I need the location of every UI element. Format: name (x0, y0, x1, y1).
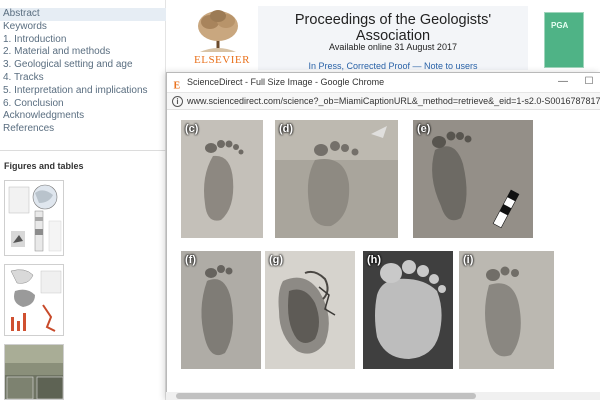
figure-thumbnail-1[interactable] (4, 180, 64, 256)
outline-item-geological-setting[interactable]: 3. Geological setting and age (0, 59, 166, 72)
journal-cover-text: PGA (551, 21, 569, 30)
address-bar[interactable]: i www.sciencedirect.com/science?_ob=Miam… (167, 92, 600, 110)
svg-text:E: E (174, 81, 181, 91)
figure-thumbnail-3-graphic (5, 345, 63, 399)
journal-title[interactable]: Proceedings of the Geologists' Associati… (258, 12, 528, 44)
panel-label-e: (e) (417, 123, 431, 135)
panel-label-f: (f) (185, 254, 196, 266)
figure-panel-i: (i) (459, 251, 554, 369)
panel-label-d: (d) (279, 123, 294, 135)
status-separator: — (410, 61, 425, 71)
footprint-photo-c (181, 120, 263, 238)
outline-item-keywords[interactable]: Keywords (0, 21, 166, 34)
full-size-image-window: E ScienceDirect - Full Size Image - Goog… (166, 72, 600, 400)
minimize-button[interactable]: — (555, 75, 571, 89)
outline-item-references[interactable]: References (0, 123, 166, 136)
note-to-users-link[interactable]: Note to users (424, 61, 478, 71)
footprint-photo-d (275, 120, 398, 238)
figure-panel-e: (e) (413, 120, 533, 238)
article-status-line: In Press, Corrected Proof — Note to user… (258, 61, 528, 71)
figure-panel-h: (h) (363, 251, 453, 369)
site-info-icon[interactable]: i (172, 96, 183, 107)
elsevier-wordmark: ELSEVIER (194, 54, 250, 66)
online-date: Available online 31 August 2017 (329, 42, 457, 52)
footprint-photo-i (459, 251, 554, 369)
article-status: In Press, Corrected Proof (308, 61, 410, 71)
outline-item-abstract[interactable]: Abstract (0, 8, 166, 21)
article-outline-panel: Abstract Keywords 1. Introduction 2. Mat… (0, 0, 166, 400)
elsevier-tree-icon (198, 10, 238, 52)
figure-thumbnail-3[interactable] (4, 344, 64, 400)
figure-thumbnail-1-graphic (5, 181, 63, 255)
footprint-3d-model-g (265, 251, 355, 369)
url-text[interactable]: www.sciencedirect.com/science?_ob=MiamiC… (187, 96, 600, 106)
window-titlebar[interactable]: E ScienceDirect - Full Size Image - Goog… (167, 73, 600, 92)
figure-image-area: (c) (d) (e) (f) (g) (h) (i) (167, 110, 600, 400)
outline-list: Abstract Keywords 1. Introduction 2. Mat… (0, 8, 166, 136)
outline-item-interpretation[interactable]: 5. Interpretation and implications (0, 85, 166, 98)
figure-thumbnail-2-graphic (5, 265, 63, 335)
footprint-photo-e (413, 120, 533, 238)
panel-label-h: (h) (367, 254, 382, 266)
maximize-button[interactable]: ☐ (581, 75, 597, 89)
journal-cover-thumbnail[interactable]: PGA (544, 12, 584, 68)
outline-item-conclusion[interactable]: 6. Conclusion (0, 98, 166, 111)
figure-panel-d: (d) (275, 120, 398, 238)
window-title: ScienceDirect - Full Size Image - Google… (187, 77, 385, 87)
panel-label-i: (i) (463, 254, 474, 266)
outline-item-introduction[interactable]: 1. Introduction (0, 34, 166, 47)
panel-label-g: (g) (269, 254, 284, 266)
figure-panel-c: (c) (181, 120, 263, 238)
footprint-3d-model-h (363, 251, 453, 369)
figure-panel-g: (g) (265, 251, 355, 369)
panel-label-c: (c) (185, 123, 199, 135)
outline-item-material-methods[interactable]: 2. Material and methods (0, 46, 166, 59)
figure-thumbnail-2[interactable] (4, 264, 64, 336)
footprint-photo-f (181, 251, 261, 369)
journal-info-panel: Proceedings of the Geologists' Associati… (258, 6, 528, 71)
article-header: ELSEVIER Proceedings of the Geologists' … (166, 0, 600, 72)
horizontal-scrollbar[interactable] (166, 392, 600, 400)
figures-tables-heading: Figures and tables (4, 161, 84, 171)
outline-divider (0, 150, 166, 151)
figure-panel-f: (f) (181, 251, 261, 369)
sciencedirect-favicon-icon: E (172, 77, 183, 92)
horizontal-scrollbar-thumb[interactable] (176, 393, 476, 399)
outline-item-tracks[interactable]: 4. Tracks (0, 72, 166, 85)
outline-item-acknowledgments[interactable]: Acknowledgments (0, 110, 166, 123)
